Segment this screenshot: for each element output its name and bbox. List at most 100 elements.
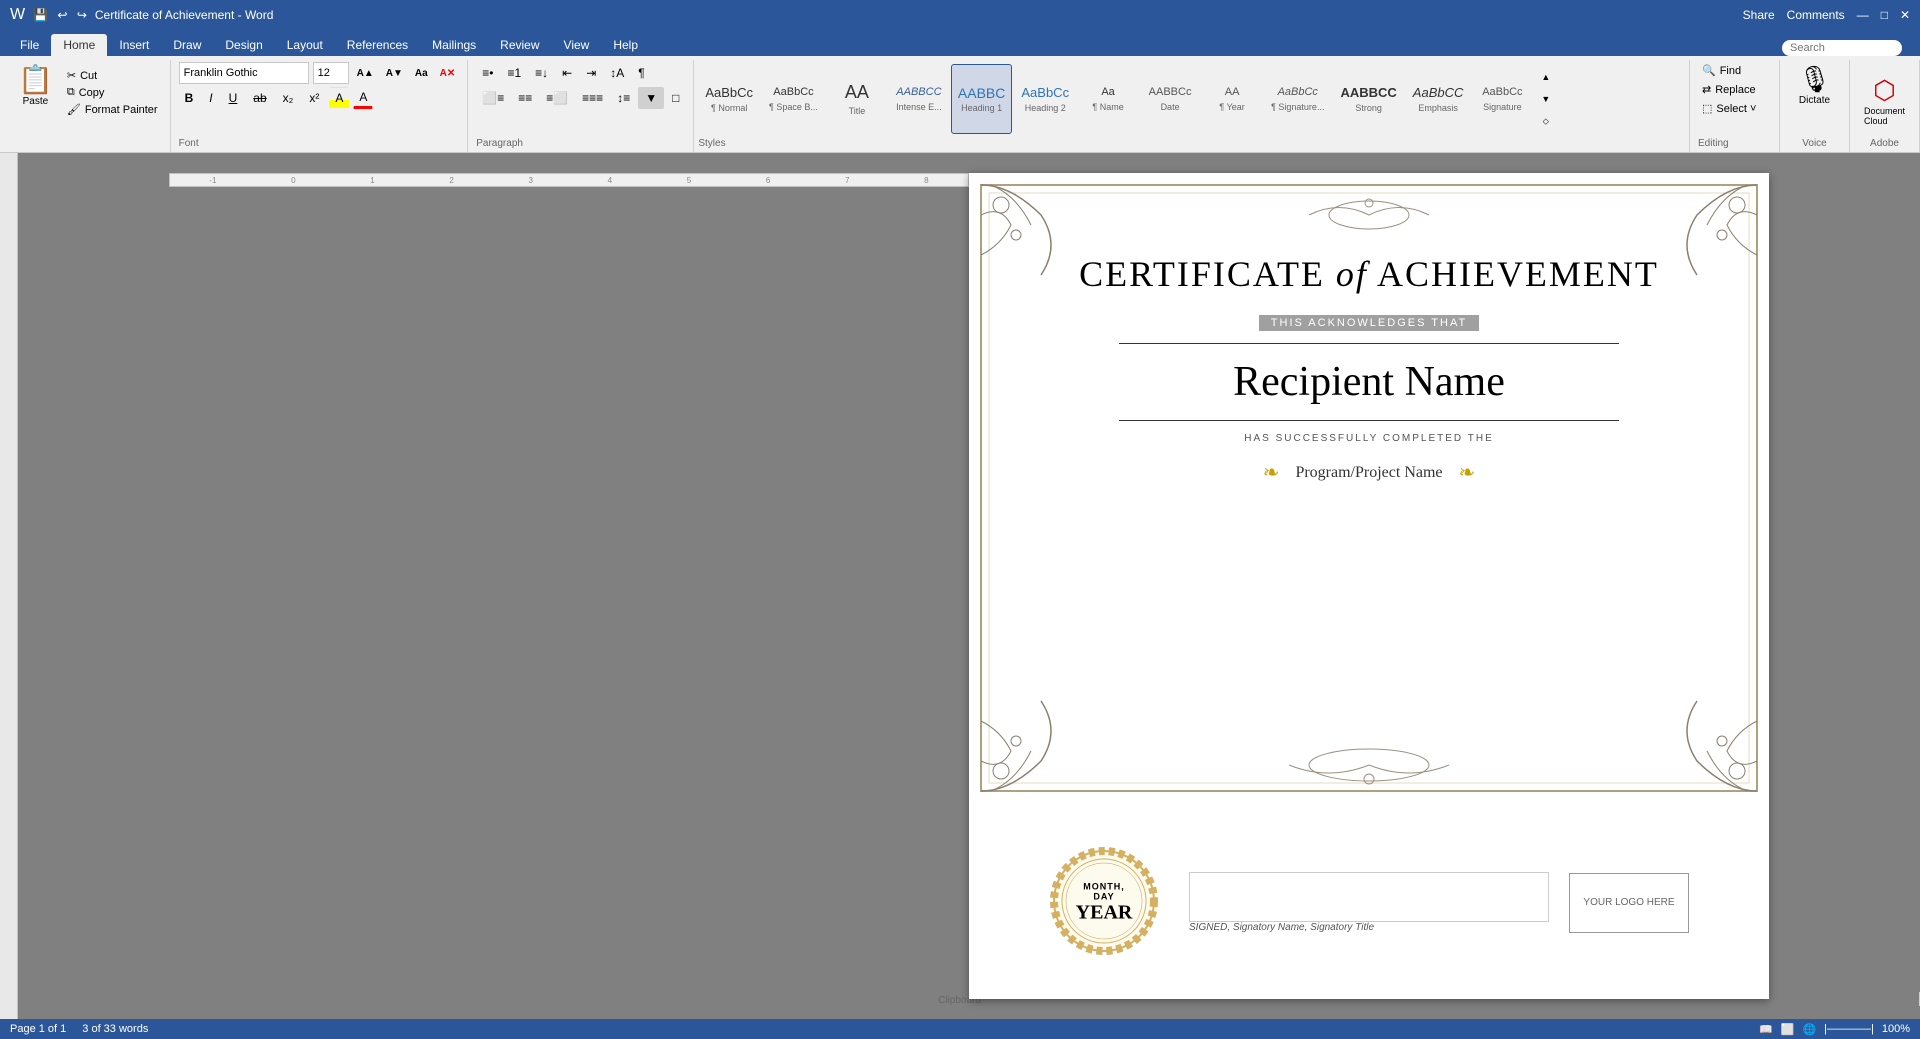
doc-container[interactable]: -1012345678: [18, 153, 1920, 1019]
cert-logo-box[interactable]: YOUR LOGO HERE: [1569, 873, 1689, 933]
style-heading2[interactable]: AaBbCc Heading 2: [1014, 64, 1076, 134]
align-right-button[interactable]: ≡⬜: [540, 87, 574, 109]
tab-layout[interactable]: Layout: [275, 34, 335, 56]
shrink-font-button[interactable]: A▼: [382, 62, 407, 84]
format-painter-button[interactable]: 🖌 Format Painter: [63, 102, 162, 117]
tab-help[interactable]: Help: [601, 34, 650, 56]
style-space-label: ¶ Space B...: [769, 102, 818, 112]
font-size-input[interactable]: [313, 62, 349, 84]
cert-sig-line[interactable]: [1189, 872, 1549, 922]
comments-button[interactable]: Comments: [1787, 8, 1845, 22]
style-name[interactable]: Aa ¶ Name: [1078, 64, 1138, 134]
justify-button[interactable]: ≡≡≡: [576, 87, 609, 109]
style-intense[interactable]: AABBCC Intense E...: [889, 64, 949, 134]
font-group: A▲ A▼ Aa A✕ B I U ab x₂ x² A A Font: [171, 60, 469, 152]
tab-references[interactable]: References: [335, 34, 420, 56]
style-emphasis[interactable]: AaBbCC Emphasis: [1406, 64, 1471, 134]
cert-program-row: ❧ Program/Project Name ❧: [1263, 460, 1476, 485]
paste-label: Paste: [23, 96, 49, 107]
minimize-button[interactable]: —: [1857, 8, 1869, 22]
style-year[interactable]: AA ¶ Year: [1202, 64, 1262, 134]
redo-icon[interactable]: ↪: [77, 8, 87, 22]
print-layout-icon[interactable]: ⬜: [1781, 1023, 1795, 1036]
align-left-button[interactable]: ⬜≡: [476, 87, 510, 109]
style-emphasis-preview: AaBbCC: [1413, 85, 1464, 101]
style-emphasis-label: Emphasis: [1418, 103, 1458, 113]
style-h2-preview: AaBbCc: [1021, 85, 1069, 101]
document-cloud-button[interactable]: ⬡ DocumentCloud: [1864, 64, 1905, 136]
style-sig[interactable]: AaBbCc ¶ Signature...: [1264, 64, 1331, 134]
font-color-button[interactable]: A: [353, 87, 373, 109]
format-painter-icon: 🖌: [67, 103, 81, 116]
styles-scroll-up[interactable]: ▲: [1536, 66, 1555, 88]
close-button[interactable]: ✕: [1900, 8, 1910, 22]
strikethrough-button[interactable]: ab: [247, 87, 272, 109]
styles-more[interactable]: ⬦: [1536, 110, 1555, 132]
cut-button[interactable]: ✂ Cut: [63, 68, 162, 83]
style-normal[interactable]: AaBbCc ¶ Normal: [698, 64, 760, 134]
cert-acknowledges[interactable]: THIS ACKNOWLEDGES THAT: [1259, 315, 1479, 331]
maximize-button[interactable]: □: [1881, 8, 1888, 22]
bullets-button[interactable]: ≡•: [476, 62, 499, 84]
center-button[interactable]: ≡≡: [512, 87, 538, 109]
save-icon[interactable]: 💾: [33, 8, 48, 22]
change-case-button[interactable]: Aa: [411, 62, 432, 84]
find-button[interactable]: 🔍 Find: [1698, 62, 1771, 79]
select-button[interactable]: ⬚ Select ˅: [1698, 100, 1771, 117]
increase-indent-button[interactable]: ⇥: [580, 62, 602, 84]
title-bar-right: Share Comments — □ ✕: [1743, 8, 1910, 22]
tab-mailings[interactable]: Mailings: [420, 34, 488, 56]
style-strong[interactable]: AABBCC Strong: [1333, 64, 1403, 134]
show-marks-button[interactable]: ¶: [632, 62, 650, 84]
styles-scroll-down[interactable]: ▼: [1536, 88, 1555, 110]
read-mode-icon[interactable]: 📖: [1759, 1023, 1773, 1036]
web-layout-icon[interactable]: 🌐: [1802, 1023, 1816, 1036]
tab-draw[interactable]: Draw: [161, 34, 213, 56]
subscript-button[interactable]: x₂: [277, 87, 300, 109]
style-date[interactable]: AABBCc Date: [1140, 64, 1200, 134]
tab-design[interactable]: Design: [213, 34, 274, 56]
dictate-button[interactable]: 🎙 Dictate: [1798, 64, 1831, 106]
font-name-input[interactable]: [179, 62, 309, 84]
numbering-button[interactable]: ≡1: [501, 62, 527, 84]
tab-review[interactable]: Review: [488, 34, 551, 56]
style-space[interactable]: AaBbCc ¶ Space B...: [762, 64, 825, 134]
certificate-title[interactable]: CERTIFICATE of ACHIEVEMENT: [1079, 253, 1659, 295]
tab-view[interactable]: View: [552, 34, 602, 56]
paste-button[interactable]: 📋 Paste: [12, 64, 59, 109]
ruler: -1012345678: [169, 173, 969, 187]
search-input[interactable]: [1782, 40, 1902, 56]
shading-button[interactable]: ▼: [638, 87, 664, 109]
status-right: 📖 ⬜ 🌐 |————| 100%: [1759, 1023, 1910, 1036]
multilevel-button[interactable]: ≡↓: [529, 62, 554, 84]
style-intense-preview: AABBCC: [896, 86, 941, 99]
text-highlight-button[interactable]: A: [329, 87, 349, 109]
superscript-button[interactable]: x²: [303, 87, 325, 109]
borders-button[interactable]: □: [666, 87, 685, 109]
decrease-indent-button[interactable]: ⇤: [556, 62, 578, 84]
grow-font-button[interactable]: A▲: [353, 62, 378, 84]
style-signature[interactable]: AaBbCc Signature: [1472, 64, 1532, 134]
style-title[interactable]: AA Title: [827, 64, 887, 134]
document-page[interactable]: CERTIFICATE of ACHIEVEMENT THIS ACKNOWLE…: [969, 173, 1769, 999]
cert-recipient[interactable]: Recipient Name: [1233, 358, 1505, 406]
cert-program[interactable]: Program/Project Name: [1295, 464, 1442, 482]
bold-button[interactable]: B: [179, 87, 200, 109]
zoom-slider[interactable]: |————|: [1824, 1023, 1874, 1035]
replace-button[interactable]: ⇄ Replace: [1698, 81, 1771, 98]
para-row2: ⬜≡ ≡≡ ≡⬜ ≡≡≡ ↕≡ ▼ □: [476, 87, 685, 109]
tab-insert[interactable]: Insert: [107, 34, 161, 56]
share-button[interactable]: Share: [1743, 8, 1775, 22]
sort-button[interactable]: ↕A: [604, 62, 630, 84]
line-spacing-button[interactable]: ↕≡: [611, 87, 636, 109]
italic-button[interactable]: I: [203, 87, 218, 109]
tab-home[interactable]: Home: [51, 34, 107, 56]
undo-icon[interactable]: ↩: [57, 8, 67, 22]
clear-format-button[interactable]: A✕: [436, 62, 460, 84]
copy-button[interactable]: ⧉ Copy: [63, 85, 162, 100]
tab-file[interactable]: File: [8, 34, 51, 56]
style-heading1[interactable]: AABBC Heading 1: [951, 64, 1012, 134]
underline-button[interactable]: U: [223, 87, 244, 109]
cert-completed[interactable]: HAS SUCCESSFULLY COMPLETED THE: [1244, 433, 1494, 444]
paste-icon: 📋: [18, 66, 53, 94]
